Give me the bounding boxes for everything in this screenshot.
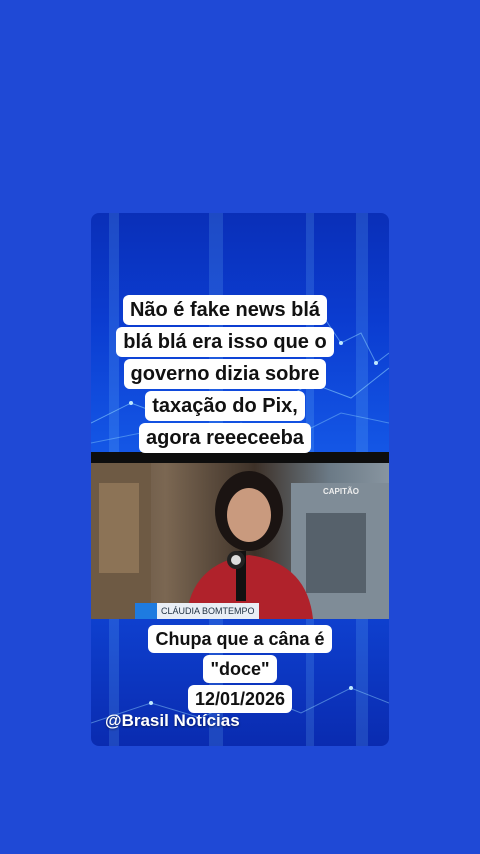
lower-third: CLÁUDIA BOMTEMPO <box>135 603 259 619</box>
caption-line: Não é fake news blá <box>122 295 328 325</box>
account-handle[interactable]: @Brasil Notícias <box>105 711 240 731</box>
channel-logo: CAPITÃO <box>323 487 359 496</box>
news-video-frame[interactable]: CAPITÃO <box>91 463 389 619</box>
caption-bottom: Chupa que a câna é "doce" 12/01/2026 <box>120 625 360 715</box>
caption-top: Não é fake news blá blá blá era isso que… <box>100 295 350 455</box>
caption-line: blá blá era isso que o <box>116 327 334 357</box>
reporter-name: CLÁUDIA BOMTEMPO <box>157 603 259 619</box>
caption-date: 12/01/2026 <box>187 685 293 713</box>
caption-line: governo dizia sobre <box>123 359 327 389</box>
caption-line: "doce" <box>203 655 277 683</box>
news-logo-icon <box>135 603 157 619</box>
caption-line: Chupa que a câna é <box>148 625 332 653</box>
caption-line: agora reeeceeba <box>139 423 311 453</box>
caption-line: taxação do Pix, <box>145 391 305 421</box>
